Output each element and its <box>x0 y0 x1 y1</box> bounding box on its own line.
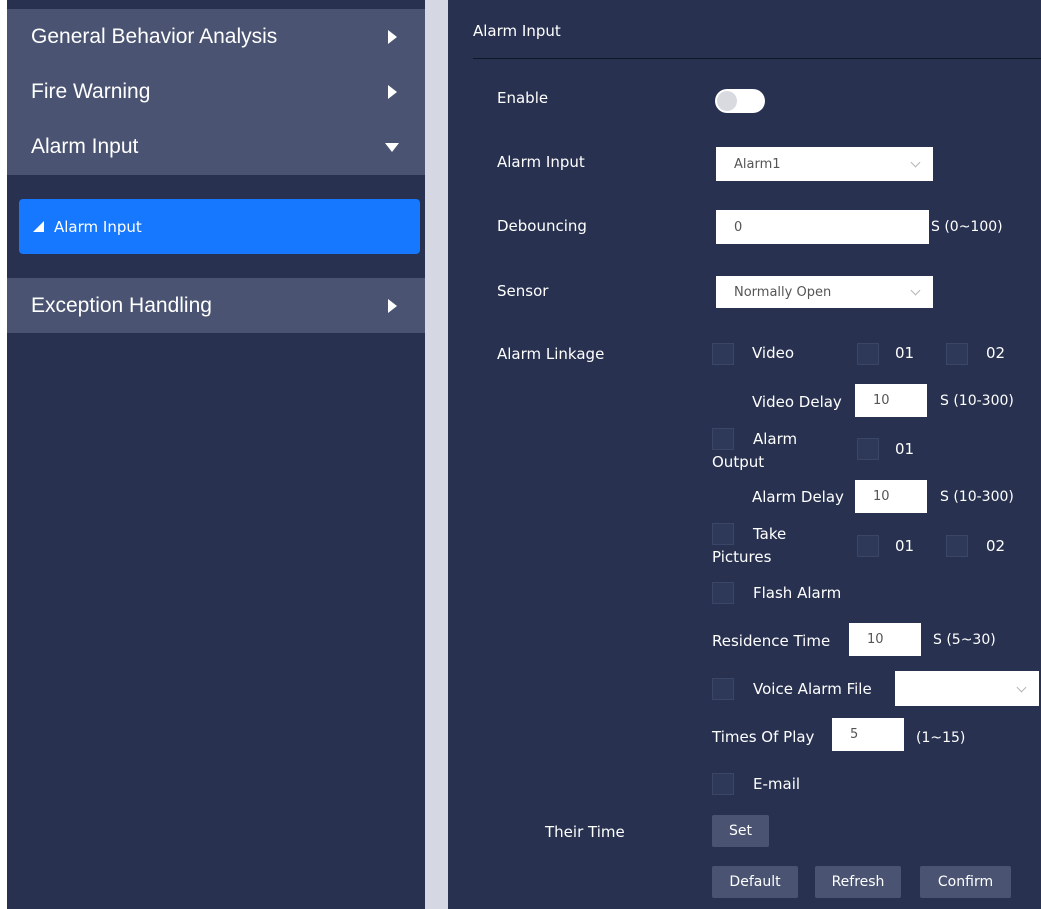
page-title: Alarm Input <box>473 22 561 40</box>
video-delay-input-value: 10 <box>873 393 890 408</box>
sidebar-item-alarm-input[interactable]: Alarm Input <box>7 119 425 175</box>
toggle-knob <box>717 91 737 111</box>
debouncing-input[interactable]: 0 <box>716 210 929 244</box>
take-pictures-channel-01-label: 01 <box>895 537 915 555</box>
set-button[interactable]: Set <box>712 815 769 847</box>
flash-alarm-label: Flash Alarm <box>753 584 842 602</box>
sidebar-item-label: Fire Warning <box>31 79 151 103</box>
sensor-label: Sensor <box>497 282 549 300</box>
alarm-input-label: Alarm Input <box>497 153 585 171</box>
their-time-label: Their Time <box>545 823 625 841</box>
alarm-delay-input-value: 10 <box>873 489 890 504</box>
video-channel-02-checkbox[interactable] <box>946 343 968 365</box>
chevron-down-icon <box>1016 682 1027 692</box>
alarm-input-select-value: Alarm1 <box>734 156 781 172</box>
default-button[interactable]: Default <box>712 866 798 898</box>
take-pictures-channel-02-label: 02 <box>986 537 1006 555</box>
alarm-delay-unit: S (10-300) <box>940 489 1014 505</box>
enable-label: Enable <box>497 89 549 107</box>
video-delay-input[interactable]: 10 <box>855 384 927 417</box>
caret-down-icon <box>385 143 399 152</box>
caret-right-icon <box>388 84 397 99</box>
debouncing-label: Debouncing <box>497 217 587 235</box>
sidebar-subitem-label: Alarm Input <box>54 217 142 236</box>
alarm-delay-label: Alarm Delay <box>752 488 844 506</box>
main-panel: Alarm Input Enable Alarm Input Alarm1 De… <box>448 0 1041 909</box>
times-of-play-input-value: 5 <box>850 727 859 742</box>
voice-alarm-file-select[interactable] <box>895 671 1039 706</box>
sidebar-item-fire-warning[interactable]: Fire Warning <box>7 64 425 119</box>
sensor-select-value: Normally Open <box>734 284 832 300</box>
alarm-output-channel-01-label: 01 <box>895 440 915 458</box>
sidebar-subitem-alarm-input[interactable]: Alarm Input <box>19 199 420 254</box>
caret-right-icon <box>388 298 397 313</box>
sidebar-item-exception-handling[interactable]: Exception Handling <box>7 278 425 333</box>
video-channel-02-label: 02 <box>986 344 1006 362</box>
times-of-play-label: Times Of Play <box>712 728 815 746</box>
alarm-input-select[interactable]: Alarm1 <box>716 147 933 181</box>
debouncing-input-value: 0 <box>734 219 743 235</box>
expand-triangle-icon <box>33 221 44 232</box>
residence-time-label: Residence Time <box>712 632 831 650</box>
alarm-output-label-line2: Output <box>712 453 765 471</box>
video-channel-01-checkbox[interactable] <box>857 343 879 365</box>
video-label: Video <box>752 344 795 362</box>
voice-alarm-file-label: Voice Alarm File <box>753 680 872 698</box>
enable-toggle[interactable] <box>715 89 765 113</box>
debouncing-unit: S (0~100) <box>931 219 1003 235</box>
refresh-button[interactable]: Refresh <box>815 866 901 898</box>
sidebar-item-label: Exception Handling <box>31 293 212 317</box>
times-of-play-input[interactable]: 5 <box>832 718 904 751</box>
voice-alarm-checkbox[interactable] <box>712 678 734 700</box>
alarm-output-channel-01-checkbox[interactable] <box>857 438 879 460</box>
chevron-down-icon <box>910 285 921 296</box>
panel-divider <box>425 0 448 909</box>
residence-time-input-value: 10 <box>867 632 884 647</box>
email-checkbox[interactable] <box>712 773 734 795</box>
sensor-select[interactable]: Normally Open <box>716 276 933 308</box>
take-pictures-label-line2: Pictures <box>712 548 772 566</box>
video-delay-unit: S (10-300) <box>940 393 1014 409</box>
sidebar: General Behavior Analysis Fire Warning A… <box>7 0 425 909</box>
times-of-play-unit: (1~15) <box>916 730 966 746</box>
flash-alarm-checkbox[interactable] <box>712 582 734 604</box>
sidebar-item-label: General Behavior Analysis <box>31 24 278 48</box>
chevron-down-icon <box>910 157 921 168</box>
alarm-output-label-line1: Alarm <box>753 430 798 448</box>
take-pictures-label-line1: Take <box>753 525 787 543</box>
video-delay-label: Video Delay <box>752 393 842 411</box>
alarm-delay-input[interactable]: 10 <box>855 480 927 513</box>
sidebar-item-general-behavior-analysis[interactable]: General Behavior Analysis <box>7 9 425 64</box>
video-channel-01-label: 01 <box>895 344 915 362</box>
alarm-output-checkbox[interactable] <box>712 428 734 450</box>
residence-time-unit: S (5~30) <box>933 632 996 648</box>
email-label: E-mail <box>753 775 801 793</box>
title-divider <box>473 58 1041 59</box>
take-pictures-checkbox[interactable] <box>712 523 734 545</box>
confirm-button[interactable]: Confirm <box>920 866 1011 898</box>
residence-time-input[interactable]: 10 <box>849 623 921 656</box>
caret-right-icon <box>388 29 397 44</box>
alarm-linkage-label: Alarm Linkage <box>497 345 605 363</box>
sidebar-item-label: Alarm Input <box>31 135 139 158</box>
video-checkbox[interactable] <box>712 343 734 365</box>
take-pictures-channel-02-checkbox[interactable] <box>946 535 968 557</box>
take-pictures-channel-01-checkbox[interactable] <box>857 535 879 557</box>
